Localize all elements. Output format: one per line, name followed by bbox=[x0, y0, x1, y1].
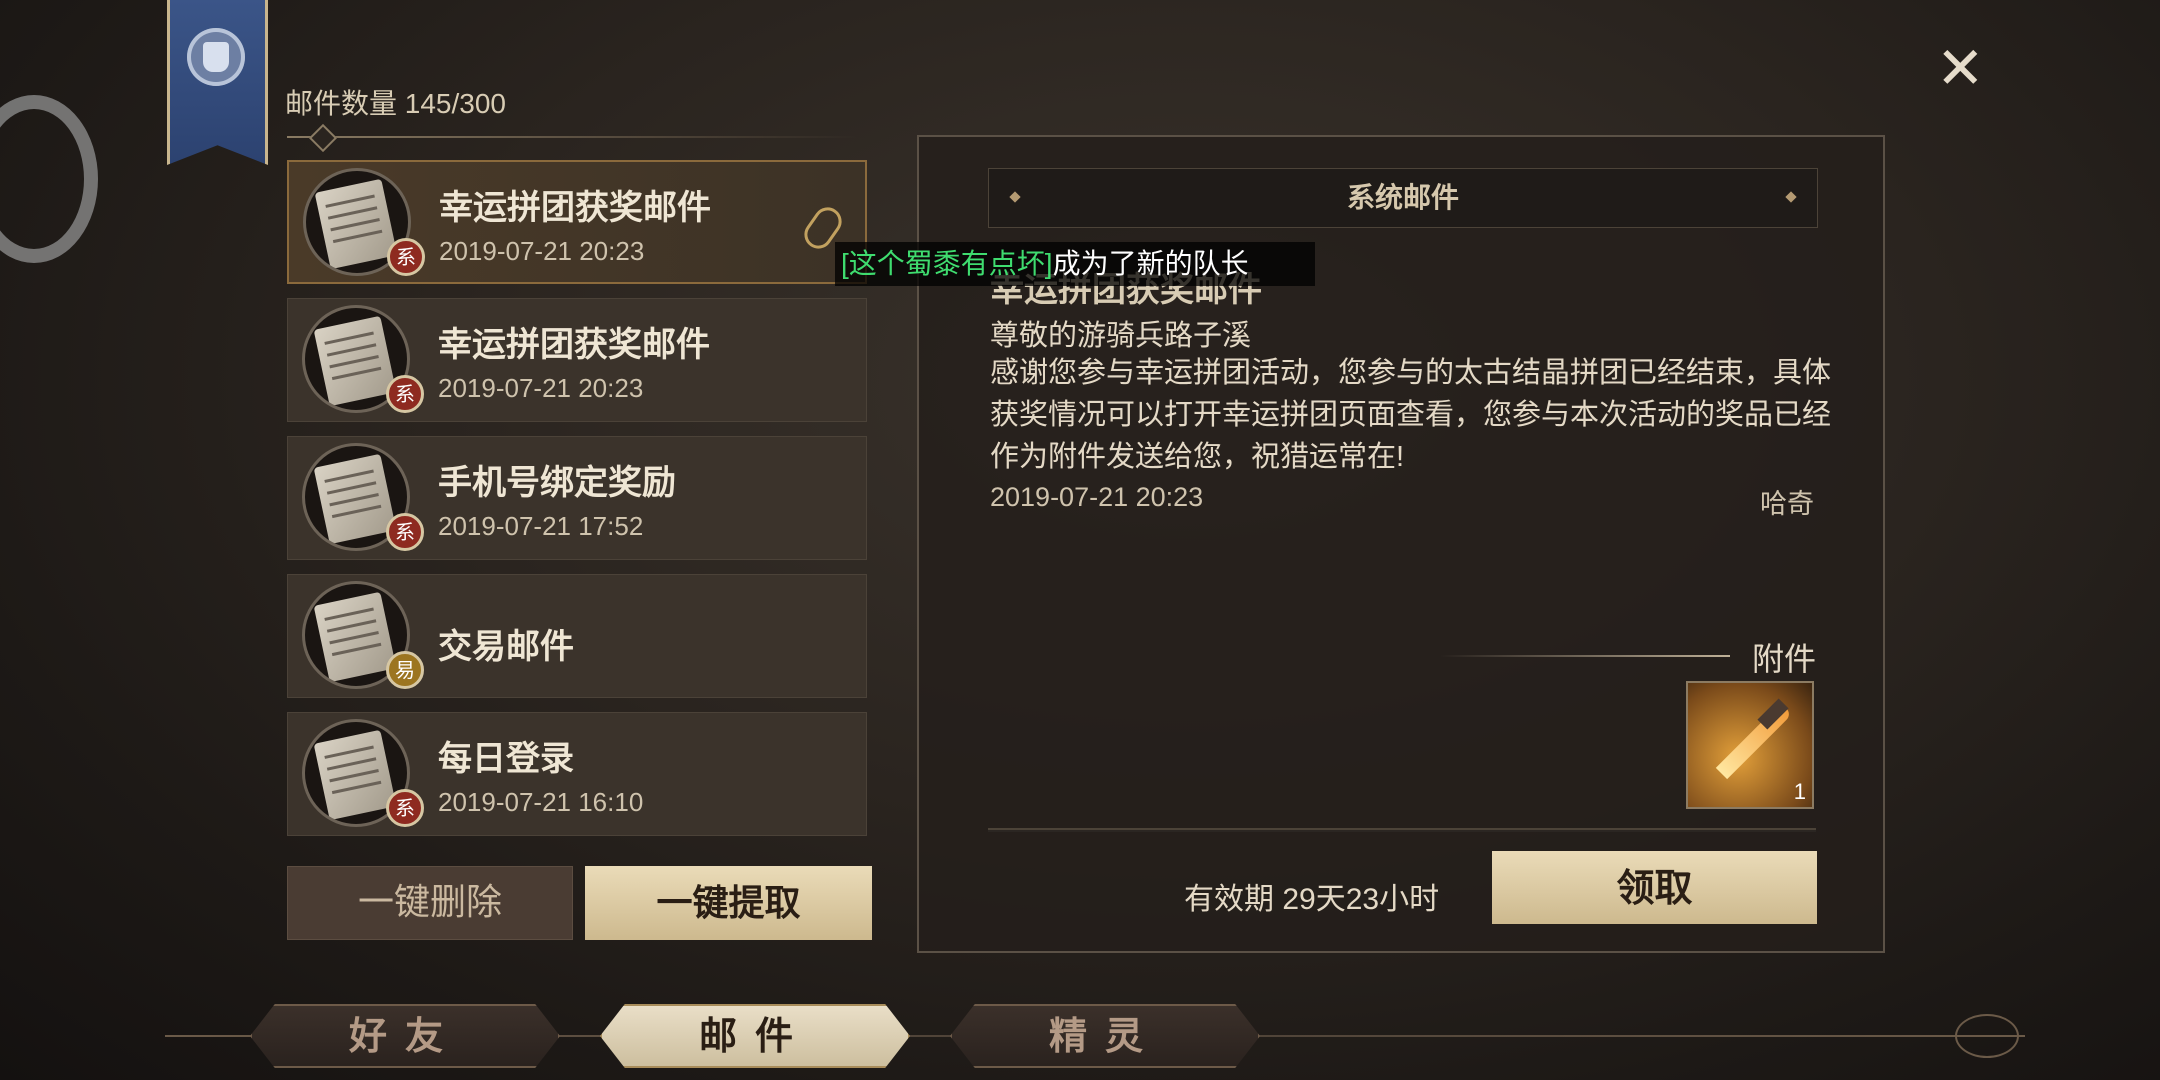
mail-greeting: 尊敬的游骑兵路子溪 bbox=[990, 320, 1252, 352]
mail-title: 幸运拼团获奖邮件 bbox=[438, 325, 710, 365]
mail-date: 2019-07-21 16:10 bbox=[438, 787, 644, 817]
attachment-count: 1 bbox=[1793, 779, 1806, 804]
chat-notification: [这个蜀黍有点坏]成为了新的队长 bbox=[835, 242, 1315, 286]
mail-sender: 哈奇 bbox=[1760, 489, 1814, 519]
divider-ornament-icon bbox=[308, 123, 338, 153]
tab-mail[interactable]: 邮件 bbox=[600, 1004, 910, 1068]
mail-detail-date: 2019-07-21 20:23 bbox=[990, 482, 1204, 512]
mail-list-item[interactable]: 系 幸运拼团获奖邮件 2019-07-21 20:23 bbox=[287, 160, 867, 284]
chat-message: 成为了新的队长 bbox=[1052, 248, 1249, 279]
mail-list-item[interactable]: 系 手机号绑定奖励 2019-07-21 17:52 bbox=[287, 436, 867, 560]
header-ornament-icon bbox=[1009, 191, 1021, 203]
attachment-item[interactable]: 1 bbox=[1686, 681, 1814, 809]
ornament-icon bbox=[1955, 1014, 2019, 1058]
mail-title: 每日登录 bbox=[438, 739, 574, 779]
mailbox-icon bbox=[187, 28, 245, 86]
divider bbox=[287, 136, 857, 138]
mail-list-item[interactable]: 系 每日登录 2019-07-21 16:10 bbox=[287, 712, 867, 836]
claim-button[interactable]: 领取 bbox=[1492, 851, 1817, 924]
delete-all-button[interactable]: 一键删除 bbox=[287, 866, 573, 940]
chat-player-name[interactable]: [这个蜀黍有点坏] bbox=[841, 248, 1053, 279]
mail-body: 感谢您参与幸运拼团活动，您参与的太古结晶拼团已经结束，具体获奖情况可以打开幸运拼… bbox=[990, 357, 1832, 473]
mail-date: 2019-07-21 20:23 bbox=[438, 373, 644, 403]
mail-date: 2019-07-21 20:23 bbox=[439, 236, 645, 266]
mail-date: 2019-07-21 17:52 bbox=[438, 511, 644, 541]
close-button[interactable]: ✕ bbox=[1936, 40, 1985, 98]
tab-friends[interactable]: 好友 bbox=[250, 1004, 560, 1068]
mail-title: 手机号绑定奖励 bbox=[438, 463, 676, 503]
system-badge: 系 bbox=[387, 238, 425, 276]
system-badge: 系 bbox=[386, 513, 424, 551]
system-badge: 系 bbox=[386, 375, 424, 413]
detail-divider bbox=[988, 828, 1816, 832]
system-badge: 系 bbox=[386, 789, 424, 827]
mail-title: 幸运拼团获奖邮件 bbox=[439, 188, 711, 228]
mail-category: 系统邮件 bbox=[1346, 181, 1459, 214]
mail-list-item[interactable]: 系 幸运拼团获奖邮件 2019-07-21 20:23 bbox=[287, 298, 867, 422]
claim-all-button[interactable]: 一键提取 bbox=[585, 866, 872, 940]
header-ornament-icon bbox=[1785, 191, 1797, 203]
validity-text: 有效期 29天23小时 bbox=[1184, 883, 1440, 916]
attachment-label: 附件 bbox=[1752, 641, 1817, 677]
trade-badge: 易 bbox=[386, 651, 424, 689]
side-ring-icon[interactable] bbox=[0, 95, 98, 263]
mail-list-item[interactable]: 易 交易邮件 bbox=[287, 574, 867, 698]
mail-category-header: 系统邮件 bbox=[988, 168, 1818, 228]
tab-spirits[interactable]: 精灵 bbox=[950, 1004, 1260, 1068]
mail-title: 交易邮件 bbox=[438, 627, 574, 667]
attachment-divider bbox=[1440, 655, 1730, 657]
mail-count: 邮件数量 145/300 bbox=[285, 88, 506, 119]
